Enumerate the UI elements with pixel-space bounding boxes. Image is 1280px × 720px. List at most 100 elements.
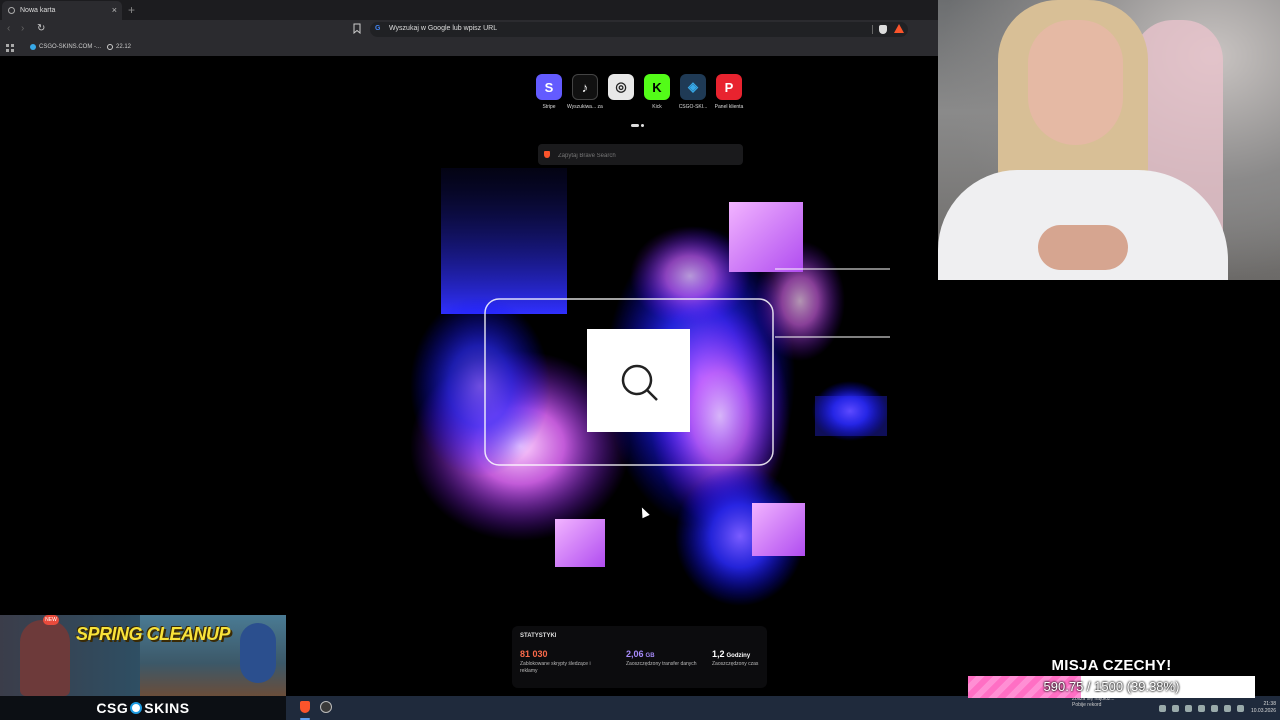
clock-date: 10.03.2026	[1250, 708, 1276, 714]
chevron-up-icon[interactable]	[1158, 704, 1166, 712]
stripe-icon: S	[536, 74, 562, 100]
bookmark-label: 22.12	[116, 44, 132, 50]
stat-value: 1,2	[712, 649, 725, 659]
clock-time: 21:38	[1263, 701, 1276, 707]
top-site-unnamed[interactable]: ◎	[603, 74, 639, 110]
bookmark-icon[interactable]	[353, 23, 361, 34]
tab-new-tab[interactable]: Nowa karta ×	[2, 1, 122, 20]
panel-klienta-icon: P	[716, 74, 742, 100]
forward-icon[interactable]: ›	[21, 23, 24, 34]
top-sites-pager	[631, 124, 644, 127]
tiktok-icon: ♪	[572, 74, 598, 100]
pager-dot-active[interactable]	[631, 124, 639, 127]
bookmark-label: CSGO-SKINS.COM -...	[39, 44, 102, 50]
brave-search-input[interactable]	[556, 148, 740, 163]
stat-value: 2,06	[626, 649, 644, 659]
top-site-kick[interactable]: K Kick	[639, 74, 675, 110]
ad-badge: NEW	[43, 615, 59, 625]
pink-square	[752, 503, 805, 556]
top-site-tiktok[interactable]: ♪ Wyszukiwa... zadanka - I...	[567, 74, 603, 110]
top-site-panel-klienta[interactable]: P Panel klienta	[711, 74, 747, 110]
app-tray-icon[interactable]	[1184, 704, 1192, 712]
bookmark-22-12[interactable]: 22.12	[107, 44, 131, 50]
clock[interactable]: 21:38 10.03.2026	[1251, 701, 1276, 715]
top-site-label: Kick	[652, 104, 662, 110]
pink-square	[729, 202, 803, 272]
site-globe-icon: ◎	[608, 74, 634, 100]
brave-shield-icon	[8, 7, 15, 14]
mission-title: MISJA CZECHY!	[1051, 657, 1172, 674]
blue-panel	[441, 168, 567, 314]
address-bar[interactable]: G Wyszukaj w Google lub wpisz URL	[370, 22, 908, 37]
top-sites: S Stripe ♪ Wyszukiwa... zadanka - I... ◎…	[531, 74, 747, 110]
bookmarks-bar: CSGO-SKINS.COM -... 22.12	[0, 39, 938, 56]
brave-shields-icon[interactable]	[879, 25, 887, 34]
pink-square	[555, 519, 605, 567]
mission-progress-bar: 590.75 / 1500 (39.38%)	[968, 676, 1255, 698]
stats-widget: STATYSTYKI 81 030 Zablokowane skrypty śl…	[512, 626, 767, 688]
apps-grid-icon[interactable]	[6, 44, 14, 52]
new-tab-button[interactable]: +	[128, 3, 135, 17]
game-ad-overlay: NEW SPRING CLEANUP	[0, 615, 286, 696]
brand-text-right: SKINS	[144, 700, 190, 716]
game-character	[240, 623, 276, 683]
stat-value: 81 030	[520, 649, 548, 659]
brave-search-box[interactable]	[538, 144, 743, 165]
search-icon	[621, 364, 658, 401]
stat-unit: Godziny	[726, 653, 751, 659]
csgo-skins-icon	[30, 44, 36, 50]
stat-description: Zablokowane skrypty śledzące i reklamy	[520, 661, 591, 674]
brave-rewards-icon[interactable]	[894, 24, 904, 33]
globe-icon	[107, 44, 113, 50]
close-tab-icon[interactable]: ×	[112, 5, 117, 15]
toolbar: ‹ › ↻ G Wyszukaj w Google lub wpisz URL	[0, 20, 938, 39]
stats-title: STATYSTYKI	[520, 633, 557, 639]
app-tray-icon[interactable]	[1210, 704, 1218, 712]
csgo-skins-logo-icon	[130, 702, 143, 714]
top-site-label: Wyszukiwa... zadanka - I...	[567, 104, 603, 110]
taskbar: CSG SKINS Zbliża się najdłuż... Pobije r…	[0, 696, 1280, 720]
new-tab-page: S Stripe ♪ Wyszukiwa... zadanka - I... ◎…	[0, 56, 938, 696]
volume-icon[interactable]	[1236, 704, 1244, 712]
system-tray: 21:38 10.03.2026	[1156, 696, 1280, 720]
streamer-hand	[1038, 225, 1128, 270]
divider	[872, 25, 873, 34]
brave-lion-icon	[544, 151, 550, 158]
top-site-label: Panel klienta	[714, 104, 744, 110]
stat-trackers: 81 030 Zablokowane skrypty śledzące i re…	[520, 649, 600, 675]
game-character	[20, 620, 70, 696]
browser-window: Nowa karta × + ‹ › ↻ G Wyszukaj w Google…	[0, 0, 938, 696]
record-line: Pobije rekord	[1072, 702, 1102, 708]
app-tray-icon[interactable]	[1197, 704, 1205, 712]
top-site-stripe[interactable]: S Stripe	[531, 74, 567, 110]
network-icon[interactable]	[1171, 704, 1179, 712]
stat-bandwidth: 2,06 GB Zaoszczędzony transfer danych	[626, 649, 706, 668]
back-icon[interactable]: ‹	[7, 23, 10, 34]
csgo-skins-brand: CSG SKINS	[0, 696, 286, 720]
background-artwork	[410, 168, 890, 606]
bookmark-csgo-skins[interactable]: CSGO-SKINS.COM -...	[30, 44, 101, 50]
webcam-overlay	[938, 0, 1280, 280]
tab-bar: Nowa karta × +	[0, 0, 938, 20]
stat-description: Zaoszczędzony transfer danych	[626, 661, 697, 667]
top-site-label: Stripe	[542, 104, 556, 110]
tab-title: Nowa karta	[20, 7, 56, 14]
google-icon: G	[375, 25, 381, 32]
address-input[interactable]: Wyszukaj w Google lub wpisz URL	[389, 25, 497, 32]
ad-headline: SPRING CLEANUP	[76, 624, 231, 644]
reload-icon[interactable]: ↻	[37, 23, 45, 34]
wifi-icon[interactable]	[1223, 704, 1231, 712]
mission-progress-text: 590.75 / 1500 (39.38%)	[1043, 679, 1180, 694]
brave-taskbar-icon[interactable]	[298, 700, 312, 714]
stat-unit: GB	[645, 653, 655, 659]
csgo-skins-icon: ◈	[680, 74, 706, 100]
stat-description: Zaoszczędzony czas	[712, 661, 759, 667]
kick-icon: K	[644, 74, 670, 100]
mission-goal-overlay: MISJA CZECHY! 590.75 / 1500 (39.38%)	[968, 657, 1255, 698]
search-artwork-tile	[587, 329, 690, 432]
top-site-label: CSGO-SKI...	[678, 104, 708, 110]
obs-taskbar-icon[interactable]	[319, 700, 333, 714]
streamer-face	[1028, 20, 1123, 145]
top-site-csgo-skins[interactable]: ◈ CSGO-SKI...	[675, 74, 711, 110]
pager-dot[interactable]	[641, 124, 644, 127]
